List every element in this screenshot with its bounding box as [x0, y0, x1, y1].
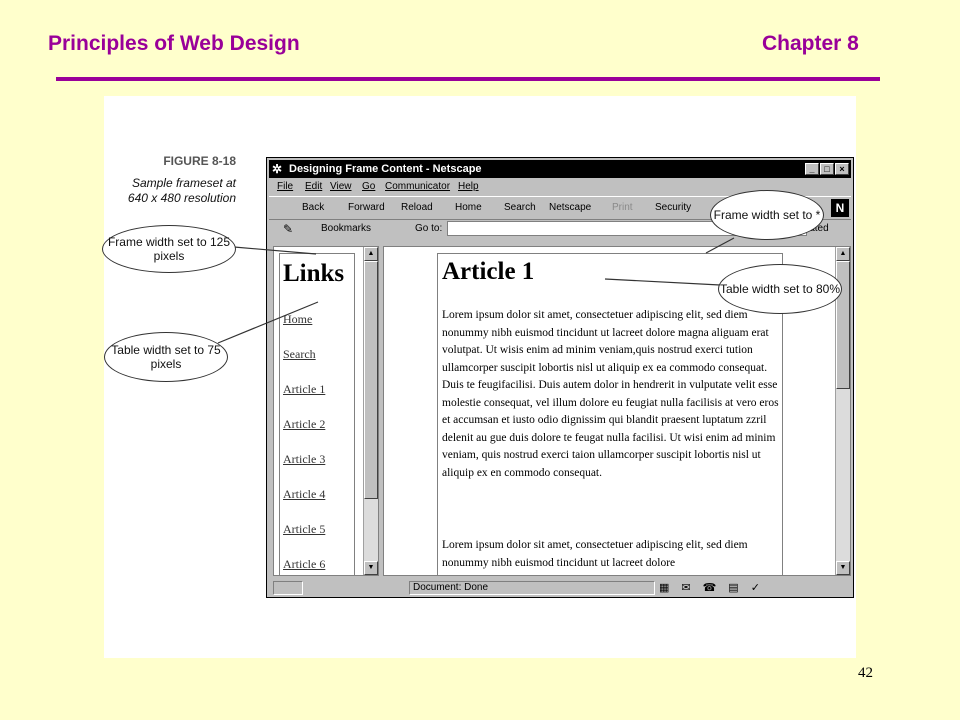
link-search[interactable]: Search	[283, 347, 325, 382]
header-divider	[56, 77, 880, 81]
goto-label: Go to:	[415, 223, 443, 234]
netscape-app-icon: ✲	[272, 162, 283, 176]
callout-table-width-80: Table width set to 80%	[718, 264, 842, 314]
link-article-2[interactable]: Article 2	[283, 417, 325, 452]
back-button[interactable]: Back	[302, 197, 324, 219]
link-list: Home Search Article 1 Article 2 Article …	[283, 312, 325, 575]
component-bar-icons[interactable]: ▦✉☎▤✓	[659, 580, 772, 596]
chapter-label: Chapter 8	[762, 32, 859, 55]
print-button[interactable]: Print	[612, 197, 633, 219]
bookmark-icon[interactable]: ✎	[283, 219, 293, 239]
menu-help[interactable]: Help	[458, 179, 479, 195]
links-heading: Links	[283, 260, 345, 287]
menu-file[interactable]: File	[277, 179, 293, 195]
page-number: 42	[858, 665, 873, 681]
slide-title: Principles of Web Design	[48, 32, 300, 55]
links-scrollbar[interactable]: ▲ ▼	[363, 247, 378, 575]
article-heading: Article 1	[442, 258, 535, 285]
callout-frame-width-star: Frame width set to *	[710, 190, 824, 240]
link-home[interactable]: Home	[283, 312, 325, 347]
scroll-thumb[interactable]	[364, 261, 378, 499]
maximize-button[interactable]: □	[820, 163, 834, 175]
scroll-up-button[interactable]: ▲	[836, 247, 850, 261]
article-paragraph: Lorem ipsum dolor sit amet, consectetuer…	[442, 309, 779, 479]
menu-go[interactable]: Go	[362, 179, 375, 195]
menu-view[interactable]: View	[330, 179, 352, 195]
menu-edit[interactable]: Edit	[305, 179, 322, 195]
scroll-down-button[interactable]: ▼	[364, 561, 378, 575]
security-button[interactable]: Security	[655, 197, 691, 219]
menu-communicator[interactable]: Communicator	[385, 179, 450, 195]
status-text: Document: Done	[413, 582, 489, 593]
links-table: Links Home Search Article 1 Article 2 Ar…	[279, 253, 355, 575]
links-frame: Links Home Search Article 1 Article 2 Ar…	[273, 246, 379, 576]
minimize-button[interactable]: _	[805, 163, 819, 175]
figure-label: FIGURE 8-18	[163, 154, 236, 168]
callout-table-width-75: Table width set to 75 pixels	[104, 332, 228, 382]
netscape-button[interactable]: Netscape	[549, 197, 591, 219]
figure-caption: Sample frameset at 640 x 480 resolution	[127, 176, 236, 205]
link-article-4[interactable]: Article 4	[283, 487, 325, 522]
link-article-5[interactable]: Article 5	[283, 522, 325, 557]
link-article-3[interactable]: Article 3	[283, 452, 325, 487]
security-lock-icon[interactable]	[273, 581, 303, 595]
close-button[interactable]: ×	[835, 163, 849, 175]
scroll-down-button[interactable]: ▼	[836, 561, 850, 575]
window-titlebar[interactable]: ✲ Designing Frame Content - Netscape _ □…	[269, 160, 851, 178]
forward-button[interactable]: Forward	[348, 197, 385, 219]
status-bar: Document: Done ▦✉☎▤✓	[269, 580, 851, 596]
window-title: Designing Frame Content - Netscape	[289, 163, 482, 175]
bookmarks-button[interactable]: Bookmarks	[321, 219, 371, 239]
search-button[interactable]: Search	[504, 197, 536, 219]
link-article-1[interactable]: Article 1	[283, 382, 325, 417]
reload-button[interactable]: Reload	[401, 197, 433, 219]
article-paragraph: Lorem ipsum dolor sit amet, consectetuer…	[442, 539, 748, 569]
link-article-6[interactable]: Article 6	[283, 557, 325, 575]
netscape-logo: N	[831, 199, 849, 217]
callout-frame-width-125: Frame width set to 125 pixels	[102, 225, 236, 273]
home-button[interactable]: Home	[455, 197, 482, 219]
scroll-up-button[interactable]: ▲	[364, 247, 378, 261]
